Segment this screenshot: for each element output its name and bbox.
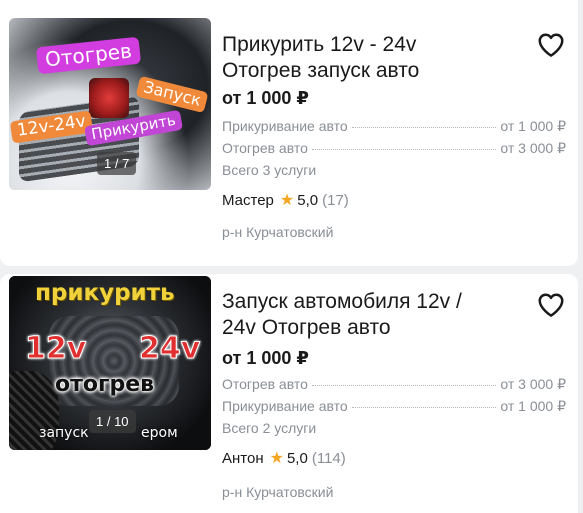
listing-title-line: Отогрев запуск авто (222, 59, 420, 82)
service-price: от 1 000 ₽ (500, 398, 566, 414)
listing-title[interactable]: Запуск автомобиля 12v / 24v Отогрев авто (222, 289, 522, 341)
listing-title-line: Запуск автомобиля 12v / (222, 290, 462, 313)
image-counter: 1 / 10 (89, 410, 136, 433)
leader-dots (311, 385, 497, 386)
listing-title-line: Прикурить 12v - 24v (222, 33, 417, 56)
photo-sticker: 24v (138, 331, 201, 366)
service-row: Отогрев авто от 3 000 ₽ (222, 376, 566, 398)
rating-value: 5,0 (286, 449, 308, 467)
service-name: Отогрев авто (222, 376, 308, 392)
leader-dots (311, 149, 497, 150)
listing-title[interactable]: Прикурить 12v - 24v Отогрев запуск авто (222, 32, 522, 84)
district-label: р-н Курчатовский (222, 224, 334, 240)
listing-title-line: 24v Отогрев авто (222, 316, 391, 339)
master-info[interactable]: Антон ★ 5,0 (114) (222, 448, 346, 468)
favorite-button[interactable] (536, 290, 566, 320)
photo-sticker: прикурить (35, 280, 175, 306)
services-count[interactable]: Всего 3 услуги (222, 162, 566, 184)
reviews-count: (17) (322, 191, 349, 209)
service-name: Отогрев авто (222, 140, 308, 156)
service-row: Прикуривание авто от 1 000 ₽ (222, 118, 566, 140)
service-name: Прикуривание авто (222, 118, 348, 134)
service-name: Прикуривание авто (222, 398, 348, 414)
heart-icon (538, 293, 564, 317)
service-price: от 3 000 ₽ (500, 140, 566, 156)
service-row: Отогрев авто от 3 000 ₽ (222, 140, 566, 162)
photo-sticker: запуск (39, 425, 89, 441)
photo-sticker: отогрев (55, 372, 155, 397)
leader-dots (351, 127, 497, 128)
master-name: Мастер (222, 191, 274, 209)
photo-sticker: ером (141, 425, 178, 441)
reviews-count: (114) (311, 449, 346, 467)
master-name: Антон (222, 449, 264, 467)
services-count[interactable]: Всего 2 услуги (222, 420, 566, 442)
leader-dots (351, 407, 497, 408)
listing-photo[interactable]: прикурить 12v 24v отогрев запуск ером 1 … (9, 276, 211, 450)
listing-price: от 1 000 ₽ (222, 88, 309, 108)
heart-icon (538, 33, 564, 57)
district-label: р-н Курчатовский (222, 484, 334, 500)
listing-photo[interactable]: Отогрев Запуск 12v-24v Прикурить 1 / 7 (9, 18, 211, 190)
master-info[interactable]: Мастер ★ 5,0 (17) (222, 190, 349, 210)
favorite-button[interactable] (536, 30, 566, 60)
photo-sticker: 12v (24, 331, 87, 366)
service-price: от 1 000 ₽ (500, 118, 566, 134)
listing-price: от 1 000 ₽ (222, 348, 309, 368)
services-list: Прикуривание авто от 1 000 ₽ Отогрев авт… (222, 118, 566, 184)
services-list: Отогрев авто от 3 000 ₽ Прикуривание авт… (222, 376, 566, 442)
photo-engine (89, 78, 129, 118)
listing-card[interactable]: Отогрев Запуск 12v-24v Прикурить 1 / 7 П… (0, 0, 578, 266)
service-price: от 3 000 ₽ (500, 376, 566, 392)
star-icon: ★ (269, 450, 284, 467)
star-icon: ★ (279, 192, 295, 209)
service-row: Прикуривание авто от 1 000 ₽ (222, 398, 566, 420)
listing-card[interactable]: прикурить 12v 24v отогрев запуск ером 1 … (0, 274, 578, 513)
rating-value: 5,0 (297, 191, 319, 209)
image-counter: 1 / 7 (97, 152, 137, 175)
